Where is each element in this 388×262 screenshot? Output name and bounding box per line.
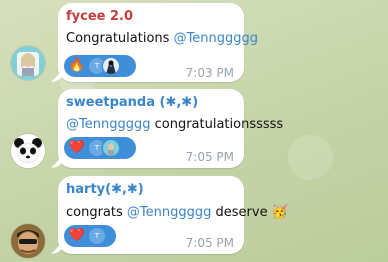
fire-reaction-icon: 🔥 <box>68 58 86 73</box>
message-text: congrats @Tennggggg deserve 🥳 <box>66 205 288 220</box>
sender-name[interactable]: harty(✱,✱) <box>66 182 144 197</box>
sender-avatar[interactable] <box>11 46 45 80</box>
message-text: Congratulations @Tennggggg <box>66 31 259 46</box>
reactor-avatar-2 <box>103 140 119 156</box>
message-bubble[interactable]: fycee 2.0 Congratulations @Tennggggg 🔥 T… <box>58 3 258 82</box>
message-time: 7:05 PM <box>185 150 234 164</box>
message-bubble[interactable]: sweetpanda (✱,✱) @Tennggggg congratulati… <box>58 89 283 168</box>
sender-avatar[interactable] <box>11 224 45 258</box>
sender-name[interactable]: fycee 2.0 <box>66 9 133 24</box>
sender-name[interactable]: sweetpanda (✱,✱) <box>66 95 198 110</box>
sender-avatar[interactable] <box>11 134 45 168</box>
mention-link[interactable]: @Tennggggg <box>66 117 150 132</box>
message-bubble[interactable]: harty(✱,✱) congrats @Tennggggg deserve 🥳… <box>58 176 288 254</box>
reaction-chip[interactable]: ❤️ T <box>64 225 116 247</box>
reactor-avatar: T <box>89 228 105 244</box>
mention-link[interactable]: @Tennggggg <box>174 31 258 46</box>
message-time: 7:03 PM <box>185 66 234 80</box>
reaction-chip[interactable]: 🔥 T <box>64 55 136 77</box>
message-time: 7:05 PM <box>185 236 234 250</box>
reactor-avatar-2 <box>103 58 119 74</box>
mention-link[interactable]: @Tennggggg <box>127 205 211 220</box>
message-text: @Tennggggg congratulationsssss <box>66 117 284 132</box>
party-face-icon: 🥳 <box>271 205 288 220</box>
reaction-chip[interactable]: ❤️ T <box>64 137 136 159</box>
heart-reaction-icon: ❤️ <box>68 228 86 243</box>
heart-reaction-icon: ❤️ <box>68 140 86 155</box>
